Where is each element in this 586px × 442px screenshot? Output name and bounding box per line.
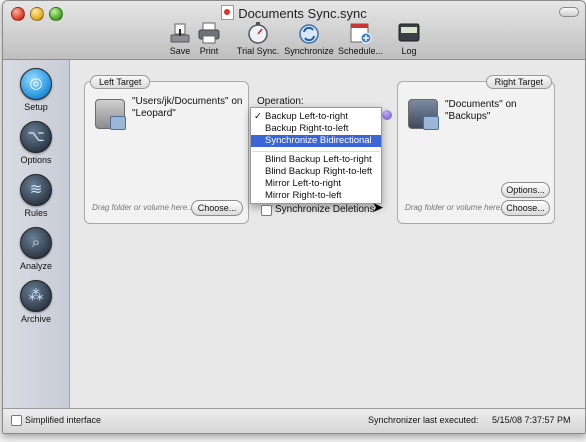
calendar-icon [347,21,373,45]
menu-item-backup-right-to-left[interactable]: Backup Right-to-left [251,123,381,135]
menu-item-mirror-right-to-left[interactable]: Mirror Right-to-left [251,190,381,202]
synchronize-button[interactable]: Synchronize [283,21,335,56]
last-executed-timestamp: 5/15/08 7:37:57 PM [492,415,571,425]
left-target-path: "Users/jk/Documents" on "Leopard" [132,96,243,119]
backup-drive-icon [408,99,439,130]
right-drag-hint: Drag folder or volume here... [405,203,507,212]
setup-icon: ◎ [20,68,52,100]
trial-sync-button[interactable]: Trial Sync. [236,21,280,56]
sidebar-item-options[interactable]: ⌥ Options [3,121,69,165]
sidebar-item-label: Options [20,155,52,165]
operation-dropdown-menu[interactable]: ✓ Backup Left-to-right Backup Right-to-le… [250,107,382,204]
right-target-box[interactable]: Right Target "Documents" on "Backups" Op… [397,75,555,224]
sidebar-item-label: Archive [20,314,51,324]
save-button[interactable]: Save [167,21,193,56]
menu-item-backup-left-to-right[interactable]: ✓ Backup Left-to-right [251,111,381,123]
simplified-interface-checkbox[interactable] [11,415,22,426]
toolbar-toggle-button[interactable] [559,7,579,17]
schedule-button[interactable]: Schedule... [338,21,384,56]
document-icon [221,5,235,20]
setup-panel: Left Target "Users/jk/Documents" on "Leo… [70,60,585,408]
sidebar-item-label: Analyze [19,261,53,271]
sidebar: ◎ Setup ⌥ Options ≋ Rules ⌕ Analyze ⁂ Ar… [3,60,70,408]
app-window: Documents Sync.sync Save Print Trial Syn… [2,0,586,434]
analyze-icon: ⌕ [20,227,52,259]
left-target-box[interactable]: Left Target "Users/jk/Documents" on "Leo… [84,75,249,224]
log-button[interactable]: Log [396,21,422,56]
right-target-label: Right Target [485,75,552,89]
left-choose-button[interactable]: Choose... [191,200,243,216]
synchronize-icon [296,21,322,45]
menu-item-label: Backup Right-to-left [265,123,349,134]
options-icon: ⌥ [20,121,52,153]
simplified-interface-label: Simplified interface [25,415,102,425]
sidebar-item-rules[interactable]: ≋ Rules [3,174,69,218]
archive-icon: ⁂ [20,280,52,312]
hard-drive-icon [95,99,126,130]
synchronize-label: Synchronize [284,46,334,56]
menu-item-label: Synchronize Bidirectional [265,135,372,146]
window-title: Documents Sync.sync [3,5,585,21]
folder-badge-icon [423,116,439,130]
printer-icon [196,21,222,45]
sidebar-item-archive[interactable]: ⁂ Archive [3,280,69,324]
stopwatch-icon [245,21,271,45]
menu-item-label: Mirror Right-to-left [265,190,342,201]
menu-item-synchronize-bidirectional[interactable]: Synchronize Bidirectional [251,135,381,147]
print-label: Print [199,46,219,56]
trial-sync-label: Trial Sync. [236,46,280,56]
operation-label: Operation: [257,96,304,107]
left-target-label: Left Target [90,75,151,89]
menu-item-label: Backup Left-to-right [265,111,348,122]
right-choose-button[interactable]: Choose... [501,200,550,216]
schedule-label: Schedule... [338,46,384,56]
synchronize-deletions-label: Synchronize Deletions [275,204,375,215]
right-target-path: "Documents" on "Backups" [445,99,517,122]
menu-item-label: Blind Backup Right-to-left [265,166,373,177]
checkmark-icon: ✓ [254,111,262,122]
window-title-text: Documents Sync.sync [238,6,367,21]
sidebar-item-setup[interactable]: ◎ Setup [3,68,69,112]
log-label: Log [401,46,417,56]
print-button[interactable]: Print [196,21,222,56]
menu-item-blind-backup-left-to-right[interactable]: Blind Backup Left-to-right [251,154,381,166]
save-icon [167,21,193,45]
left-drag-hint: Drag folder or volume here... [92,203,194,212]
help-icon[interactable] [382,110,392,120]
last-executed-label: Synchronizer last executed: [368,415,479,425]
status-bar: Simplified interface Synchronizer last e… [3,408,585,433]
rules-icon: ≋ [20,174,52,206]
synchronize-deletions-checkbox[interactable] [261,205,272,216]
title-bar: Documents Sync.sync Save Print Trial Syn… [3,1,585,60]
sidebar-item-analyze[interactable]: ⌕ Analyze [3,227,69,271]
menu-item-mirror-left-to-right[interactable]: Mirror Left-to-right [251,178,381,190]
folder-badge-icon [110,116,126,130]
sidebar-item-label: Setup [24,102,48,112]
sidebar-item-label: Rules [24,208,48,218]
menu-item-blind-backup-right-to-left[interactable]: Blind Backup Right-to-left [251,166,381,178]
log-icon [396,21,422,45]
save-label: Save [169,46,191,56]
right-options-button[interactable]: Options... [501,182,550,198]
menu-separator [252,151,380,152]
menu-item-label: Blind Backup Left-to-right [265,154,372,165]
menu-item-label: Mirror Left-to-right [265,178,342,189]
